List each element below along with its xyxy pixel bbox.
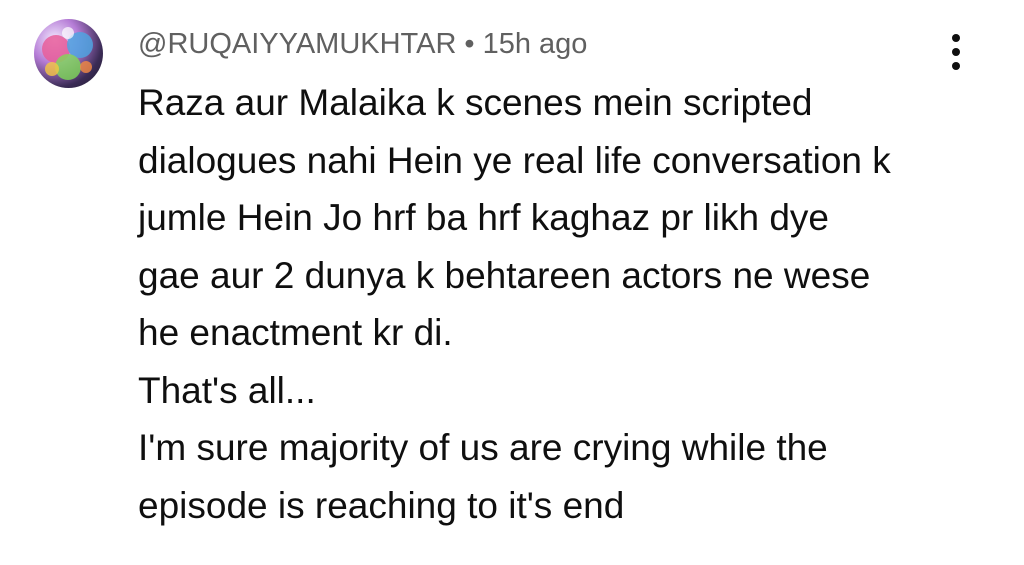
comment-header: @RUQAIYYAMUKHTAR • 15h ago	[138, 26, 587, 62]
comment-line: he enactment kr di.	[138, 312, 453, 353]
comment-line: episode is reaching to it's end	[138, 484, 625, 526]
menu-dot	[952, 62, 960, 70]
comment-line: Raza aur Malaika k scenes mein scripted	[138, 82, 813, 123]
comment-line: That's all...	[138, 369, 316, 411]
comment-line: jumle Hein Jo hrf ba hrf kaghaz pr likh …	[138, 197, 830, 238]
menu-dot	[952, 34, 960, 42]
more-vert-icon[interactable]	[938, 30, 974, 74]
comment-body: Raza aur Malaika k scenes mein scripted …	[138, 74, 998, 534]
author-name[interactable]: @RUQAIYYAMUKHTAR	[138, 28, 456, 61]
comment-line: dialogues nahi Hein ye real life convers…	[138, 139, 891, 181]
menu-dot	[952, 48, 960, 56]
timestamp[interactable]: 15h ago	[483, 28, 588, 61]
separator-dot: •	[464, 27, 475, 60]
comment-line: I'm sure majority of us are crying while…	[138, 427, 828, 468]
comment-card: @RUQAIYYAMUKHTAR • 15h ago Raza aur Mala…	[0, 0, 1024, 565]
comment-line: gae aur 2 dunya k behtareen actors ne we…	[138, 254, 871, 296]
avatar-image	[42, 27, 93, 80]
avatar[interactable]	[34, 19, 103, 88]
